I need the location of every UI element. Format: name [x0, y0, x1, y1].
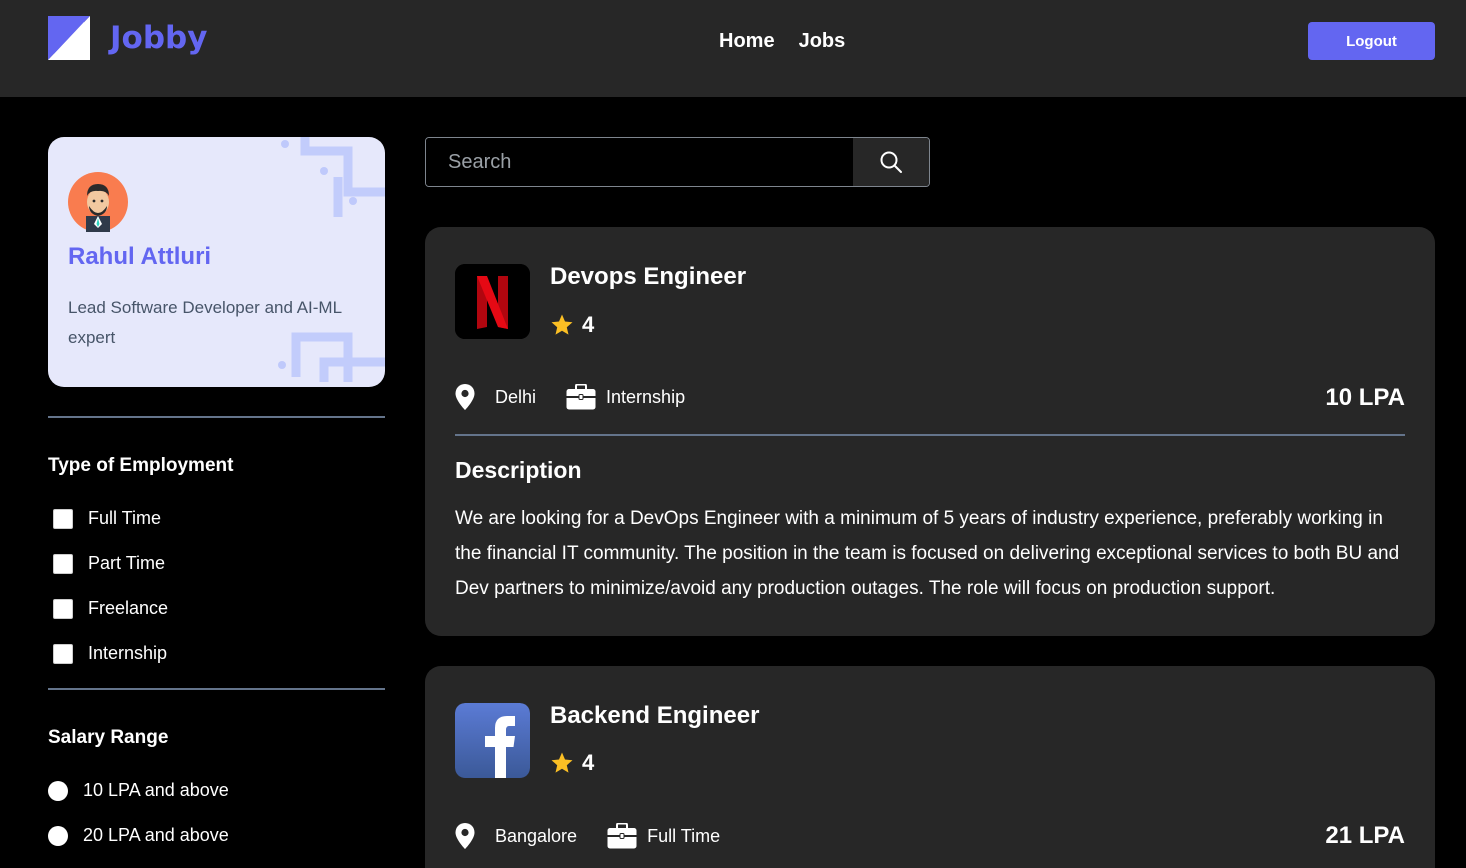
search-bar [425, 137, 930, 187]
job-employment-type: Internship [566, 384, 685, 410]
description-heading: Description [455, 457, 582, 483]
salary-20-lpa-radio[interactable] [48, 825, 68, 846]
main-nav: Home Jobs [719, 30, 845, 53]
location-text: Delhi [495, 386, 537, 407]
search-icon [880, 151, 902, 173]
employment-filter-title: Type of Employment [48, 455, 234, 476]
location-pin-icon [455, 384, 475, 410]
brand-name: Jobby [110, 20, 208, 56]
nav-jobs-link[interactable]: Jobs [799, 30, 846, 53]
salary-option-10-lpa[interactable]: 10 LPA and above [48, 780, 229, 801]
salary-20-lpa-label[interactable]: 20 LPA and above [83, 825, 229, 846]
card-divider [455, 434, 1405, 436]
brand-logo[interactable]: Jobby [48, 16, 207, 60]
profile-name: Rahul Attluri [68, 243, 212, 270]
job-title: Devops Engineer [550, 263, 747, 290]
job-location: Bangalore [455, 823, 577, 849]
part-time-label[interactable]: Part Time [88, 553, 165, 574]
salary-10-lpa-radio[interactable] [48, 780, 68, 801]
logout-button[interactable]: Logout [1308, 22, 1435, 60]
job-employment-type: Full Time [607, 823, 720, 849]
star-icon [551, 752, 573, 773]
job-rating: 4 [550, 750, 594, 776]
employment-option-internship[interactable]: Internship [53, 643, 167, 664]
search-input[interactable] [426, 138, 853, 186]
job-card[interactable]: Backend Engineer 4 Bangalore Full Time 2… [425, 666, 1435, 868]
netflix-logo-icon [455, 264, 530, 339]
salary-filter-title: Salary Range [48, 727, 169, 748]
nav-home-link[interactable]: Home [719, 30, 775, 53]
employment-option-part-time[interactable]: Part Time [53, 553, 165, 574]
rating-value: 4 [582, 312, 595, 337]
top-navbar: Jobby Home Jobs Logout [0, 0, 1466, 97]
employment-type-text: Internship [606, 386, 686, 407]
internship-checkbox[interactable] [53, 643, 73, 664]
sidebar-divider [48, 688, 385, 690]
location-text: Bangalore [495, 825, 578, 846]
job-meta: Delhi Internship [455, 384, 715, 410]
avatar [68, 172, 128, 232]
rating-value: 4 [582, 750, 595, 775]
profile-bio: Lead Software Developer and AI-ML expert [68, 298, 342, 347]
employment-type-text: Full Time [647, 825, 721, 846]
job-rating: 4 [550, 312, 594, 338]
sidebar-divider [48, 416, 385, 418]
job-salary: 21 LPA [1325, 822, 1405, 849]
job-title: Backend Engineer [550, 702, 760, 729]
jobby-logo-icon [48, 16, 90, 60]
star-icon [551, 314, 573, 335]
employment-option-full-time[interactable]: Full Time [53, 508, 161, 529]
briefcase-icon [566, 384, 596, 410]
internship-label[interactable]: Internship [88, 643, 167, 664]
briefcase-icon [607, 823, 637, 849]
part-time-checkbox[interactable] [53, 553, 73, 574]
freelance-label[interactable]: Freelance [88, 598, 168, 619]
job-description: We are looking for a DevOps Engineer wit… [455, 508, 1400, 599]
salary-10-lpa-label[interactable]: 10 LPA and above [83, 780, 229, 801]
job-location: Delhi [455, 384, 536, 410]
job-card[interactable]: Devops Engineer 4 Delhi Internship 10 LP… [425, 227, 1435, 636]
salary-option-20-lpa[interactable]: 20 LPA and above [48, 825, 229, 846]
job-meta: Bangalore Full Time [455, 823, 750, 849]
job-salary: 10 LPA [1325, 384, 1405, 411]
facebook-logo-icon [455, 703, 530, 778]
search-button[interactable] [853, 138, 929, 186]
full-time-checkbox[interactable] [53, 508, 73, 529]
freelance-checkbox[interactable] [53, 598, 73, 619]
employment-option-freelance[interactable]: Freelance [53, 598, 168, 619]
profile-card: Rahul Attluri Lead Software Developer an… [48, 137, 385, 387]
location-pin-icon [455, 823, 475, 849]
full-time-label[interactable]: Full Time [88, 508, 161, 529]
